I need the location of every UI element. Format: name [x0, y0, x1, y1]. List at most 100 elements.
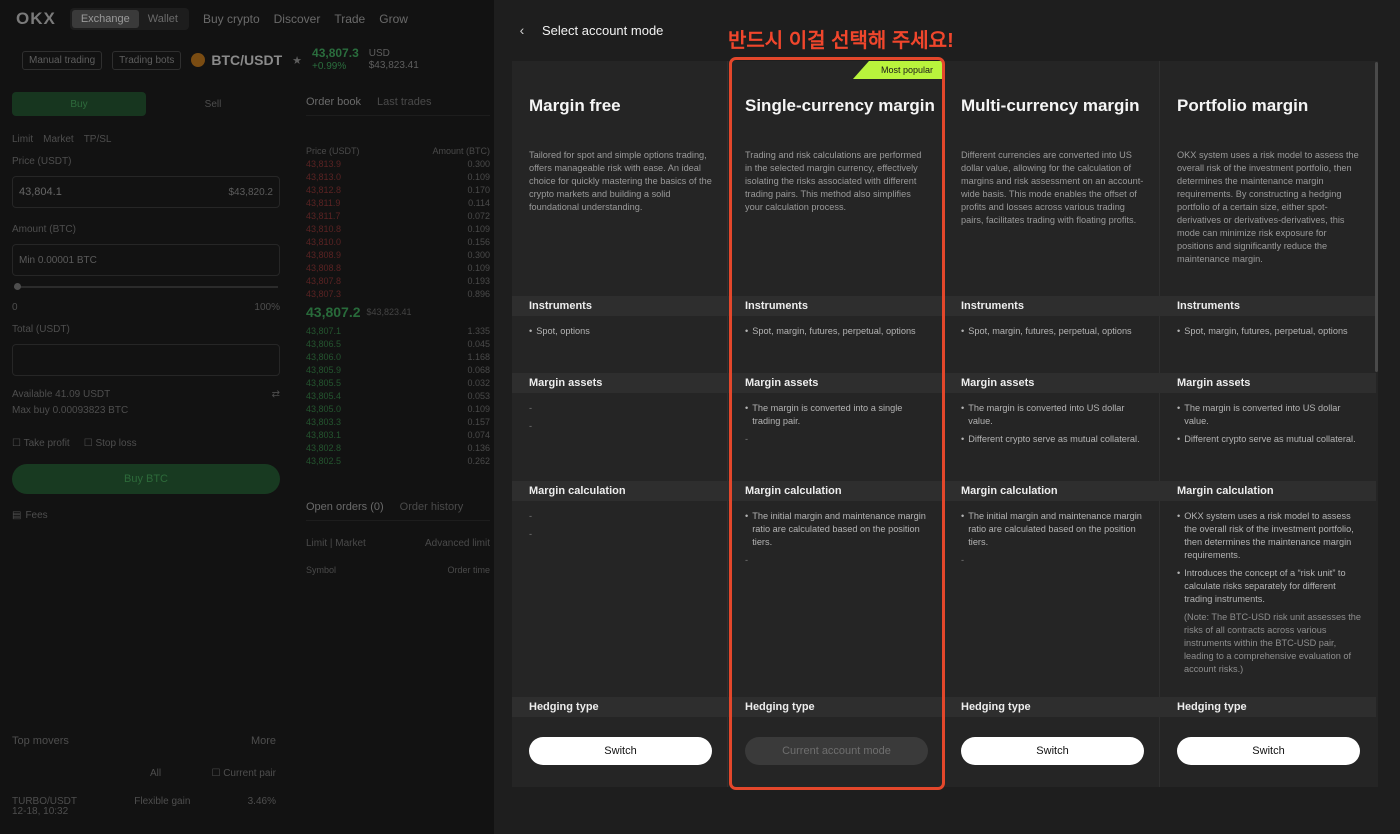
exchange-tab[interactable]: Exchange [71, 10, 139, 28]
book-row[interactable]: 43,807.3 0.896 [306, 287, 490, 300]
exchange-wallet-toggle[interactable]: Exchange Wallet [69, 8, 189, 30]
margin-assets-header: Margin assets [944, 373, 1160, 393]
limit-tab[interactable]: Limit [12, 134, 33, 145]
take-profit-checkbox[interactable]: ☐ Take profit [12, 438, 70, 449]
chevron-left-icon[interactable]: ‹ [514, 22, 530, 38]
book-row-amount: 0.109 [467, 171, 490, 182]
fees-link[interactable]: Fees [25, 510, 47, 521]
list-item: - [529, 511, 533, 521]
instruments-list: • Spot, margin, futures, perpetual, optio… [961, 325, 1146, 343]
book-row[interactable]: 43,808.9 0.300 [306, 248, 490, 261]
nav-discover[interactable]: Discover [274, 12, 321, 26]
margin-calculation-list: • OKX system uses a risk model to assess … [1177, 510, 1362, 676]
book-row[interactable]: 43,806.0 1.168 [306, 350, 490, 363]
nav-trade[interactable]: Trade [334, 12, 365, 26]
tpsl-tab[interactable]: TP/SL [84, 134, 112, 145]
book-row-price: 43,810.0 [306, 236, 342, 247]
star-icon[interactable]: ★ [292, 54, 302, 67]
total-label: Total (USDT) [12, 323, 70, 335]
list-item: • Spot, options [529, 326, 590, 336]
book-row[interactable]: 43,805.9 0.068 [306, 363, 490, 376]
list-item: • The initial margin and maintenance marg… [961, 510, 1146, 549]
book-row[interactable]: 43,803.1 0.074 [306, 428, 490, 441]
book-row[interactable]: 43,813.0 0.109 [306, 170, 490, 183]
list-item: • Spot, margin, futures, perpetual, optio… [745, 326, 916, 336]
book-row-price: 43,802.8 [306, 442, 342, 453]
order-form: Buy Sell Limit Market TP/SL Price (USDT)… [0, 82, 292, 834]
nav-grow[interactable]: Grow [379, 12, 408, 26]
book-row[interactable]: 43,810.8 0.109 [306, 222, 490, 235]
price-input[interactable]: 43,804.1 $43,820.2 [12, 176, 280, 208]
book-row-price: 43,810.8 [306, 223, 342, 234]
hedging-type-header: Hedging type [512, 697, 728, 717]
stop-loss-checkbox[interactable]: ☐ Stop loss [84, 438, 137, 449]
book-row[interactable]: 43,811.7 0.072 [306, 209, 490, 222]
list-item-text: Introduces the concept of a “risk unit” … [1184, 568, 1346, 604]
panel-title: Select account mode [542, 22, 664, 38]
instruments-list: • Spot, margin, futures, perpetual, optio… [745, 325, 930, 343]
book-row[interactable]: 43,805.4 0.053 [306, 389, 490, 402]
switch-button-multi-currency[interactable]: Switch [961, 737, 1144, 765]
book-row[interactable]: 43,805.5 0.032 [306, 376, 490, 389]
hedging-type-header: Hedging type [728, 697, 944, 717]
book-row[interactable]: 43,807.1 1.335 [306, 324, 490, 337]
trading-bots-tab[interactable]: Trading bots [112, 50, 182, 70]
advanced-limit-filter[interactable]: Advanced limit [425, 538, 490, 549]
book-row[interactable]: 43,810.0 0.156 [306, 235, 490, 248]
instruments-list: • Spot, options [529, 325, 714, 343]
list-item: - [745, 555, 749, 565]
book-row[interactable]: 43,811.9 0.114 [306, 196, 490, 209]
order-book-tab[interactable]: Order book [306, 96, 361, 108]
book-row[interactable]: 43,802.5 0.262 [306, 454, 490, 467]
scrollbar[interactable] [1375, 62, 1378, 372]
last-trades-tab[interactable]: Last trades [377, 96, 431, 108]
take-profit-label: Take profit [23, 437, 70, 449]
usd-label: USD [368, 48, 390, 59]
movers-filter[interactable]: All [150, 768, 161, 779]
mode-comparison-grid: Margin free Tailored for spot and simple… [512, 61, 1378, 787]
amount-slider[interactable] [14, 283, 278, 290]
total-input[interactable] [12, 344, 280, 376]
list-item-text: Spot, options [536, 326, 590, 336]
book-row-price: 43,808.9 [306, 249, 342, 260]
buy-tab[interactable]: Buy [12, 92, 146, 116]
current-account-mode-button: Current account mode [745, 737, 928, 765]
list-item: • The initial margin and maintenance marg… [745, 510, 930, 549]
book-row[interactable]: 43,812.8 0.170 [306, 183, 490, 196]
book-row[interactable]: 43,808.8 0.109 [306, 261, 490, 274]
mode-card-portfolio-margin: Portfolio margin OKX system uses a risk … [1160, 61, 1376, 787]
stop-loss-label: Stop loss [95, 437, 137, 449]
market-tab[interactable]: Market [43, 134, 74, 145]
list-item: • Spot, margin, futures, perpetual, optio… [1177, 326, 1348, 336]
margin-calculation-list: • The initial margin and maintenance marg… [961, 510, 1146, 572]
book-row[interactable]: 43,805.0 0.109 [306, 402, 490, 415]
book-row[interactable]: 43,802.8 0.136 [306, 441, 490, 454]
pair-selector[interactable]: BTC/USDT [191, 52, 282, 68]
switch-button-margin-free[interactable]: Switch [529, 737, 712, 765]
switch-button-portfolio-margin[interactable]: Switch [1177, 737, 1360, 765]
margin-calculation-header: Margin calculation [728, 481, 944, 501]
current-pair-checkbox[interactable]: ☐ Current pair [211, 768, 276, 779]
limit-market-filter[interactable]: Limit | Market [306, 538, 366, 549]
buy-btc-button[interactable]: Buy BTC [12, 464, 280, 494]
book-row[interactable]: 43,803.3 0.157 [306, 415, 490, 428]
wallet-tab[interactable]: Wallet [139, 10, 187, 28]
book-row[interactable]: 43,807.8 0.193 [306, 274, 490, 287]
manual-trading-tab[interactable]: Manual trading [22, 50, 103, 70]
list-item-text: Spot, margin, futures, perpetual, option… [1184, 326, 1348, 336]
amount-input[interactable]: Min 0.00001 BTC [12, 244, 280, 276]
list-item-text: Spot, margin, futures, perpetual, option… [752, 326, 916, 336]
book-row[interactable]: 43,813.9 0.300 [306, 157, 490, 170]
book-row-amount: 0.157 [467, 416, 490, 427]
top-movers-more[interactable]: More [251, 735, 276, 747]
transfer-icon[interactable]: ⇄ [272, 389, 280, 400]
book-row-price: 43,811.9 [306, 197, 341, 208]
instruments-header: Instruments [512, 296, 728, 316]
book-price-header: Price (USDT) [306, 145, 360, 156]
list-item: • Different crypto serve as mutual collat… [1177, 434, 1356, 444]
order-history-tab[interactable]: Order history [400, 501, 464, 513]
sell-tab[interactable]: Sell [146, 92, 280, 116]
book-row[interactable]: 43,806.5 0.045 [306, 337, 490, 350]
open-orders-tab[interactable]: Open orders (0) [306, 501, 384, 513]
nav-buy-crypto[interactable]: Buy crypto [203, 12, 260, 26]
